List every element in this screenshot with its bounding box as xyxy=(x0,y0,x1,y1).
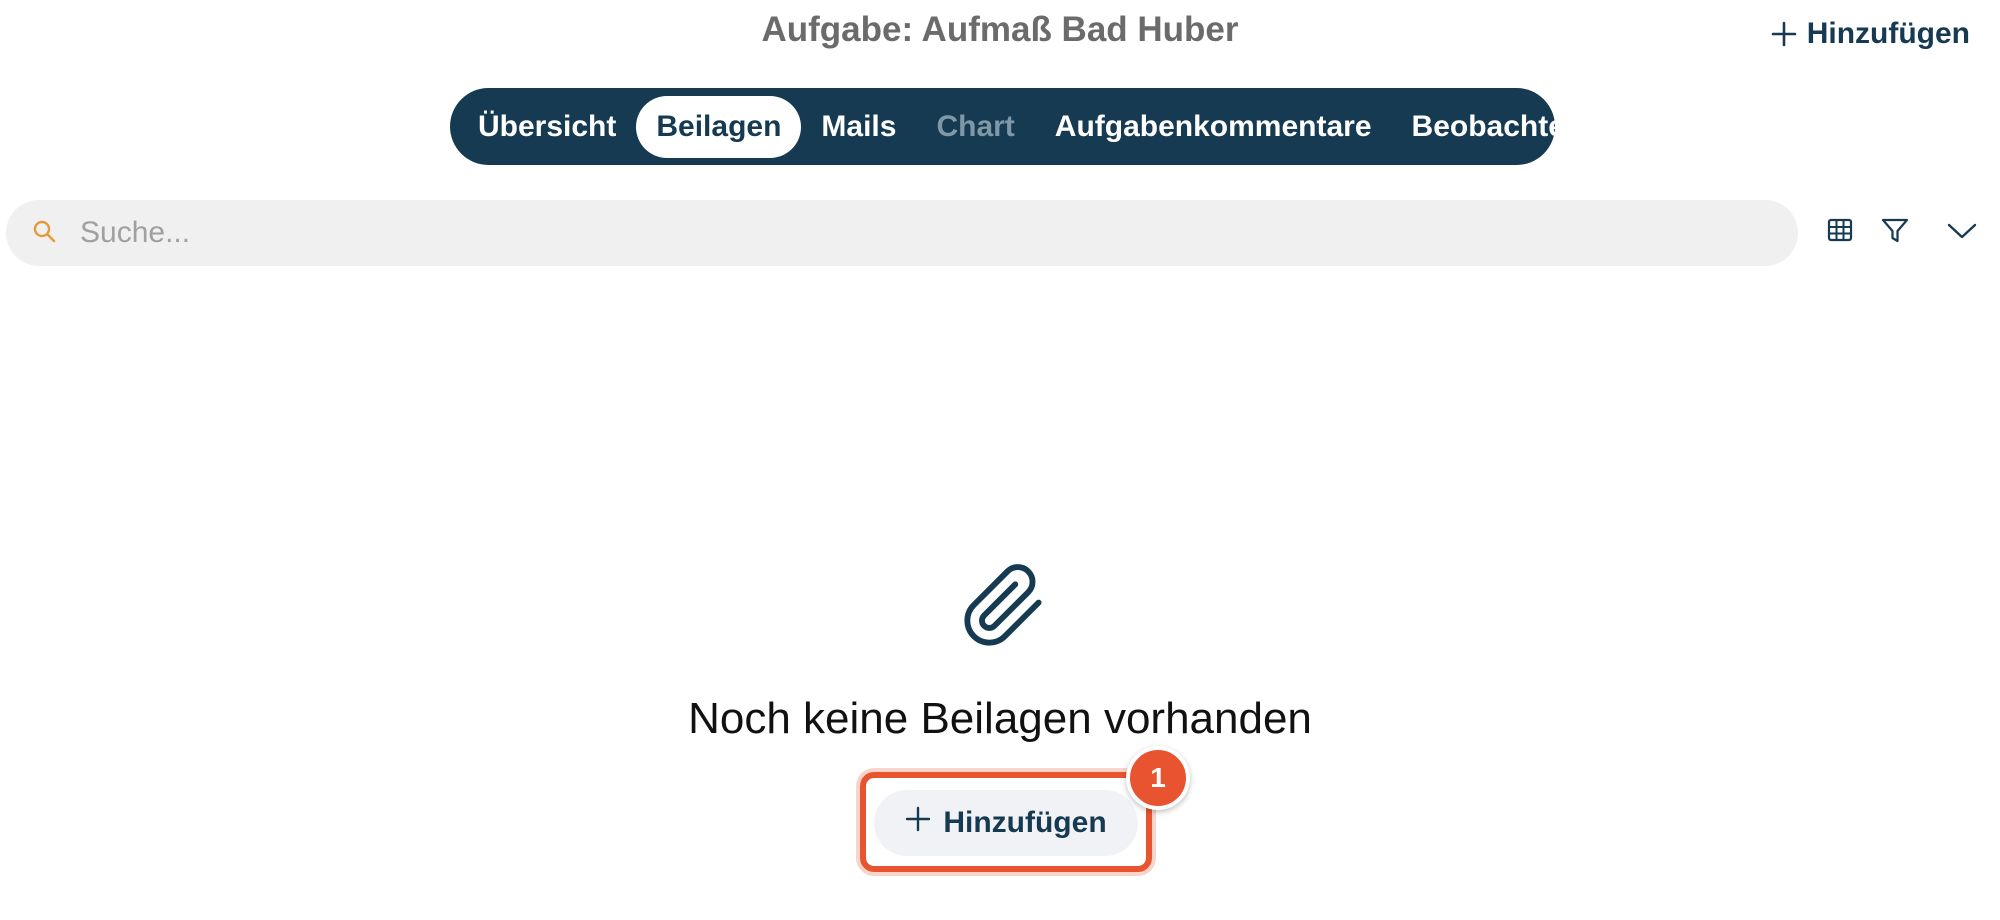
header-add-button[interactable]: Hinzufügen xyxy=(1771,12,1970,56)
page-title: Aufgabe: Aufmaß Bad Huber xyxy=(761,10,1239,49)
tab-uebersicht[interactable]: Übersicht xyxy=(458,96,636,158)
tab-aufgabenkommentare[interactable]: Aufgabenkommentare xyxy=(1035,96,1392,158)
table-icon[interactable] xyxy=(1826,216,1854,249)
empty-state-add-button[interactable]: Hinzufügen xyxy=(874,790,1138,856)
empty-state-add-label: Hinzufügen xyxy=(943,806,1107,839)
tab-beilagen[interactable]: Beilagen xyxy=(636,95,802,158)
plus-icon xyxy=(905,806,931,840)
empty-state-message: Noch keine Beilagen vorhanden xyxy=(688,694,1312,743)
tab-beobachter[interactable]: Beobachter xyxy=(1392,96,1597,158)
search-input[interactable] xyxy=(78,215,1682,251)
header-add-label: Hinzufügen xyxy=(1806,17,1970,50)
step-badge: 1 xyxy=(1126,746,1190,810)
search-bar xyxy=(6,200,1798,266)
tab-chart: Chart xyxy=(936,109,1015,143)
chevron-down-icon[interactable] xyxy=(1946,216,1978,251)
tab-bar: Übersicht Beilagen Mails Chart Aufgabenk… xyxy=(450,88,1577,165)
filter-icon[interactable] xyxy=(1880,216,1910,251)
search-icon xyxy=(32,219,56,248)
plus-icon xyxy=(1771,21,1797,47)
paperclip-icon xyxy=(960,562,1048,655)
tab-mails[interactable]: Mails xyxy=(801,96,916,158)
